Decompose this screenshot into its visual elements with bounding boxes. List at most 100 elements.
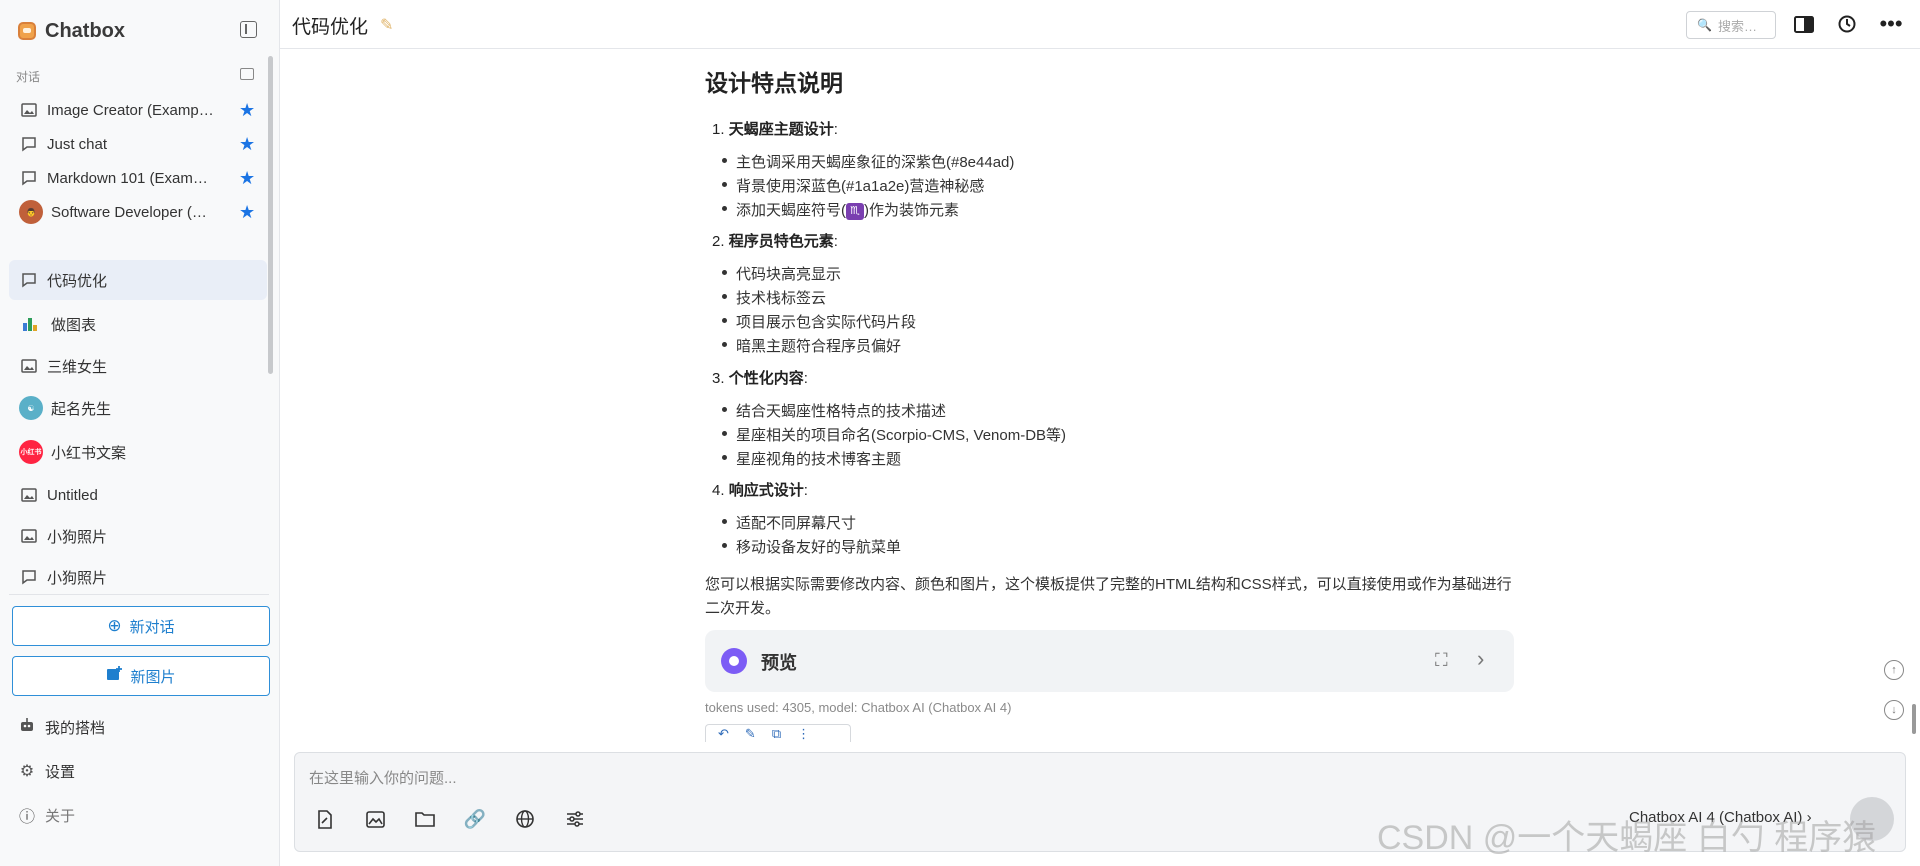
conversation-item[interactable]: ☯ 起名先生 — [9, 388, 267, 428]
undo-icon[interactable]: ↶ — [718, 726, 729, 742]
expand-icon[interactable]: ⛶ — [1435, 650, 1448, 671]
bullet-item: 适配不同屏幕尺寸 — [721, 512, 856, 533]
chat-bubble-icon — [21, 569, 37, 585]
image-icon — [21, 487, 37, 503]
copy-icon[interactable]: ⧉ — [772, 726, 781, 742]
conversation-label: 做图表 — [51, 316, 97, 334]
search-icon: 🔍 — [1697, 18, 1712, 32]
chat-bubble-icon — [21, 170, 37, 186]
conversation-label: 三维女生 — [47, 358, 108, 376]
star-icon[interactable]: ★ — [239, 203, 257, 221]
play-icon — [721, 648, 747, 674]
chat-bubble-icon — [21, 136, 37, 152]
conversation-label: Image Creator (Examp… — [47, 101, 214, 119]
scroll-down-icon[interactable]: ↓ — [1884, 700, 1904, 720]
add-image-icon — [106, 666, 123, 686]
star-icon[interactable]: ★ — [239, 169, 257, 187]
brand: Chatbox — [18, 18, 125, 44]
about-label: 关于 — [45, 807, 76, 825]
conversation-item[interactable]: 小狗照片 — [9, 557, 267, 590]
scroll-up-icon[interactable]: ↑ — [1884, 660, 1904, 680]
watermark: CSDN @一个天蝎座 白勺 程序猿 — [1377, 819, 1877, 857]
main-scrollbar[interactable] — [1912, 704, 1916, 734]
edit-icon[interactable]: ✎ — [745, 726, 756, 742]
bullet-item: 星座相关的项目命名(Scorpio-CMS, Venom-DB等) — [721, 424, 1066, 445]
my-copilots-menu-item[interactable]: 我的搭档 — [18, 715, 105, 739]
chevron-right-icon[interactable]: › — [1477, 646, 1484, 672]
attach-image-icon[interactable] — [363, 807, 387, 831]
bullet-item: 星座视角的技术博客主题 — [721, 448, 901, 469]
about-menu-item[interactable]: ⓘ 关于 — [18, 803, 75, 827]
sidebar-scrollbar[interactable] — [268, 56, 273, 374]
more-icon[interactable]: ⋮ — [797, 726, 810, 742]
conversation-label: 起名先生 — [51, 400, 112, 418]
closing-paragraph: 您可以根据实际需要修改内容、颜色和图片，这个模板提供了完整的HTML结构和CSS… — [705, 576, 1512, 617]
history-icon[interactable] — [1835, 12, 1859, 36]
message-actions: ↶ ✎ ⧉ ⋮ — [705, 724, 851, 742]
section-label: 对话 — [16, 70, 41, 84]
edit-title-icon[interactable]: ✎ — [380, 15, 393, 35]
message-heading: 设计特点说明 — [705, 70, 843, 96]
conversation-label: 小红书文案 — [51, 444, 127, 462]
search-input[interactable]: 🔍 搜索… — [1686, 11, 1776, 39]
conversation-label: Software Developer (… — [51, 203, 207, 221]
bullet-item: 背景使用深蓝色(#1a1a2e)营造神秘感 — [721, 175, 984, 196]
chat-title: 代码优化 — [292, 17, 369, 38]
new-image-button[interactable]: 新图片 — [12, 656, 270, 696]
collapse-sidebar-icon[interactable] — [240, 21, 257, 38]
conversation-item-active[interactable]: 代码优化 — [9, 260, 267, 300]
bullet-item: 项目展示包含实际代码片段 — [721, 311, 916, 332]
divider — [9, 594, 269, 595]
preview-card[interactable]: 预览 ⛶ › — [705, 630, 1514, 692]
star-icon[interactable]: ★ — [239, 101, 257, 119]
conversation-item[interactable]: 小狗照片 — [9, 516, 267, 556]
conversation-label: 小狗照片 — [47, 569, 108, 587]
scorpio-symbol-icon: ♏ — [846, 202, 864, 220]
conversation-label: 代码优化 — [47, 272, 108, 290]
attach-document-icon[interactable] — [313, 807, 337, 831]
my-copilots-label: 我的搭档 — [45, 719, 106, 737]
toggle-panel-icon[interactable] — [1792, 12, 1816, 36]
conversation-label: Markdown 101 (Exam… — [47, 169, 208, 187]
chat-bubble-icon — [21, 272, 37, 288]
list-item: 1. 天蝎座主题设计: — [712, 121, 838, 138]
conversation-item[interactable]: Untitled — [9, 475, 267, 515]
star-icon[interactable]: ★ — [239, 135, 257, 153]
yin-yang-avatar-icon: ☯ — [19, 396, 43, 420]
settings-label: 设置 — [45, 763, 76, 781]
conversation-label: Just chat — [47, 135, 108, 153]
list-item: 2. 程序员特色元素: — [712, 233, 838, 250]
archive-icon[interactable] — [240, 68, 254, 80]
conversation-item[interactable]: 三维女生 — [9, 346, 267, 386]
plus-circle-icon: ⊕ — [107, 616, 122, 635]
bullet-item: 技术栈标签云 — [721, 287, 826, 308]
chatbox-logo-icon — [18, 22, 36, 40]
list-item: 4. 响应式设计: — [712, 482, 808, 499]
token-usage: tokens used: 4305, model: Chatbox AI (Ch… — [705, 700, 1012, 715]
conversation-item[interactable]: 小红书 小红书文案 — [9, 432, 267, 472]
sliders-icon[interactable] — [563, 807, 587, 831]
new-chat-button[interactable]: ⊕ 新对话 — [12, 606, 270, 646]
more-options-icon[interactable]: ••• — [1879, 11, 1903, 36]
search-placeholder: 搜索… — [1717, 18, 1757, 34]
new-chat-label: 新对话 — [129, 618, 175, 636]
link-icon[interactable]: 🔗 — [463, 807, 487, 831]
bullet-item: 主色调采用天蝎座象征的深紫色(#8e44ad) — [721, 151, 1014, 172]
new-image-label: 新图片 — [130, 668, 176, 686]
conversation-label: Untitled — [47, 486, 98, 504]
conversation-item[interactable]: 👨 Software Developer (… ★ — [9, 192, 267, 232]
robot-icon — [18, 717, 36, 738]
bullet-item: 结合天蝎座性格特点的技术描述 — [721, 400, 946, 421]
bullet-item: 暗黑主题符合程序员偏好 — [721, 335, 901, 356]
message-input[interactable] — [307, 763, 1711, 793]
list-item: 3. 个性化内容: — [712, 370, 808, 387]
settings-menu-item[interactable]: ⚙ 设置 — [18, 759, 75, 783]
image-icon — [21, 528, 37, 544]
conversation-item[interactable]: 做图表 — [9, 304, 267, 344]
sidebar: Chatbox 对话 Image Creator (Examp… ★ Just … — [0, 0, 280, 866]
attach-folder-icon[interactable] — [413, 807, 437, 831]
image-icon — [21, 358, 37, 374]
globe-icon[interactable] — [513, 807, 537, 831]
conversation-label: 小狗照片 — [47, 528, 108, 546]
bullet-item: 移动设备友好的导航菜单 — [721, 536, 901, 557]
